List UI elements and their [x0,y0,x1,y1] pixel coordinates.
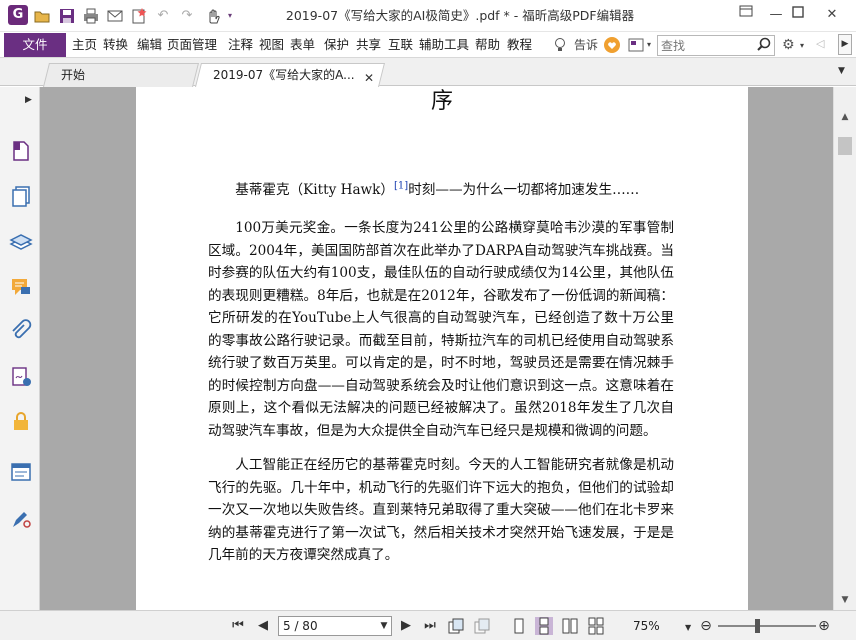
tab-document[interactable]: 2019-07《写给大家的A... [195,63,385,87]
redo-icon[interactable]: ↷ [178,7,196,25]
page-number-input[interactable]: 5 / 80 [278,616,392,636]
print-icon[interactable] [82,7,100,25]
skin-dropdown-icon[interactable]: ▾ [647,40,651,49]
menu-home[interactable]: 主页 [72,32,97,58]
navigation-sidebar: ▶ [0,87,40,610]
menu-convert[interactable]: 转换 [103,32,128,58]
save-icon[interactable] [58,7,76,25]
menu-comment[interactable]: 注释 [228,32,253,58]
previous-page-icon[interactable]: ◀ [254,617,272,635]
footnote-link[interactable]: [1] [394,180,408,191]
menu-organize[interactable]: 页面管理 [167,32,217,58]
zoom-out-icon[interactable]: ⊖ [697,617,715,635]
zoom-slider-track[interactable] [718,625,816,627]
page-thumbnails-icon[interactable] [9,139,33,163]
settings-gear-icon[interactable]: ⚙ [782,37,798,53]
last-page-icon[interactable]: ⏭ [421,617,439,635]
menu-edit[interactable]: 编辑 [137,32,162,58]
menu-help[interactable]: 帮助 [475,32,500,58]
document-canvas[interactable]: 序 基蒂霍克（Kitty Hawk）[1]时刻——为什么一切都将加速发生…… 1… [40,87,833,610]
document-tab-bar: 开始 2019-07《写给大家的A... ▼ [0,58,856,87]
scroll-down-arrow[interactable]: ▼ [834,592,856,608]
zoom-slider-thumb[interactable] [755,619,761,633]
facing-view-icon[interactable] [561,617,579,635]
undo-icon[interactable]: ↶ [154,7,172,25]
certify-pen-icon[interactable] [9,507,33,531]
page-heading: 序 [430,89,453,114]
ribbon-toggle-icon[interactable] [732,4,760,26]
layers-icon[interactable] [9,230,33,254]
security-lock-icon[interactable] [9,409,33,433]
next-page-icon[interactable]: ▶ [397,617,415,635]
tab-start-label: 开始 [61,68,86,82]
lightbulb-icon[interactable] [552,37,568,53]
single-page-view-icon[interactable] [510,617,528,635]
menu-protect[interactable]: 保护 [324,32,349,58]
skin-picker-icon[interactable] [627,36,645,54]
paragraph: 100万美元奖金。一条长度为241公里的公路横穿莫哈韦沙漠的军事管制区域。200… [208,220,674,439]
menu-form[interactable]: 表单 [290,32,315,58]
form-fields-icon[interactable] [9,460,33,484]
body-text: 100万美元奖金。一条长度为241公里的公路横穿莫哈韦沙漠的军事管制区域。200… [208,217,674,579]
tab-list-dropdown-icon[interactable]: ▼ [838,66,845,76]
next-view-icon[interactable] [473,617,491,635]
window-title: 2019-07《写给大家的AI极简史》.pdf * - 福昕高级PDF编辑器 [285,8,635,23]
page-list-dropdown-icon[interactable]: ▼ [378,617,390,635]
search-icon[interactable] [756,37,772,53]
title-bar: G ↶ ↷ ▾ 2019-07《写给大家的AI极简史》.pdf * - 福昕高级… [0,0,856,32]
file-menu-button[interactable]: 文件 [4,33,66,57]
continuous-view-icon[interactable] [535,617,553,635]
feedback-heart-icon[interactable] [603,36,621,54]
attachments-paperclip-icon[interactable] [9,319,33,343]
menu-connect[interactable]: 互联 [388,32,413,58]
previous-view-icon[interactable] [447,617,465,635]
menu-tutorial[interactable]: 教程 [507,32,532,58]
app-logo-icon[interactable]: G [8,5,28,25]
zoom-level[interactable]: 75% [633,617,669,635]
menu-accessibility[interactable]: 辅助工具 [419,32,469,58]
email-icon[interactable] [106,7,124,25]
tab-document-label: 2019-07《写给大家的A... [213,68,355,82]
tell-me-label[interactable]: 告诉 [574,32,598,58]
menu-view[interactable]: 视图 [259,32,284,58]
comments-icon[interactable] [9,275,33,299]
subtitle-rest-text: 时刻——为什么一切都将加速发生…… [408,182,640,198]
paragraph: 人工智能正在经历它的基蒂霍克时刻。今天的人工智能研究者就像是机动飞行的先驱。几十… [208,457,674,563]
menu-share[interactable]: 共享 [356,32,381,58]
scroll-up-arrow[interactable]: ▲ [834,109,856,125]
scroll-thumb[interactable] [838,137,852,155]
nav-back-icon[interactable]: ◁ [816,37,824,50]
signatures-icon[interactable] [9,365,33,389]
new-document-icon[interactable] [130,7,148,25]
zoom-dropdown-icon[interactable]: ▼ [685,623,691,632]
zoom-in-icon[interactable]: ⊕ [815,617,833,635]
settings-dropdown-icon[interactable]: ▾ [800,41,804,50]
close-window-button[interactable]: ✕ [818,4,846,26]
continuous-facing-view-icon[interactable] [587,617,605,635]
maximize-button[interactable] [784,4,812,26]
menu-bar: 文件 主页 转换 编辑 页面管理 注释 视图 表单 保护 共享 互联 辅助工具 … [0,32,856,58]
subtitle-text: 基蒂霍克（Kitty Hawk） [235,182,395,198]
expand-panel-icon[interactable]: ▶ [25,95,32,105]
status-bar: ⏮ ◀ 5 / 80 ▼ ▶ ⏭ 75% ▼ ⊖ ⊕ [0,610,856,640]
ribbon-scroll-right-button[interactable]: ▶ [838,34,852,55]
open-folder-icon[interactable] [33,7,51,25]
vertical-scrollbar[interactable]: ▲ ▼ [833,87,856,610]
section-subtitle: 基蒂霍克（Kitty Hawk）[1]时刻——为什么一切都将加速发生…… [208,179,674,202]
pages-icon[interactable] [9,184,33,208]
close-tab-icon[interactable]: ✕ [362,71,376,85]
pdf-page: 序 基蒂霍克（Kitty Hawk）[1]时刻——为什么一切都将加速发生…… 1… [136,87,748,610]
tab-start[interactable]: 开始 [43,63,199,87]
first-page-icon[interactable]: ⏮ [229,617,247,635]
